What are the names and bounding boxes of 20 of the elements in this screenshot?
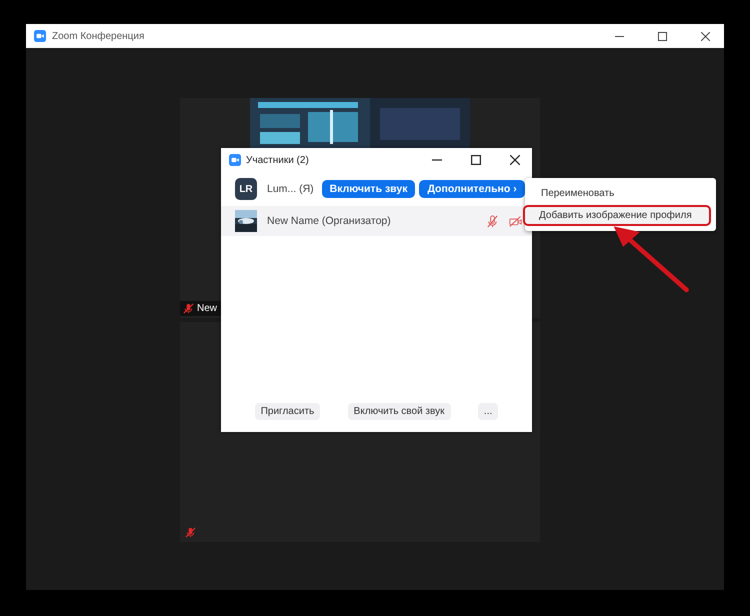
name-tag: New bbox=[180, 301, 224, 316]
footer-button[interactable]: Включить свой звук bbox=[348, 403, 450, 420]
participant-button[interactable]: Дополнительно › bbox=[419, 180, 525, 198]
menu-item[interactable]: Переименовать bbox=[525, 183, 716, 204]
participant-name: New Name (Организатор) bbox=[267, 215, 391, 227]
maximize-icon[interactable] bbox=[658, 32, 667, 40]
participant-button[interactable]: Включить звук bbox=[322, 180, 416, 198]
video-camera-icon bbox=[34, 30, 46, 42]
avatar: LR bbox=[235, 178, 257, 200]
dialog-title: Участники (2) bbox=[246, 154, 309, 166]
close-icon[interactable] bbox=[510, 155, 520, 165]
participant-name: Lum... (Я) bbox=[267, 183, 314, 195]
menu-item[interactable]: Добавить изображение профиля bbox=[523, 205, 711, 226]
close-icon[interactable] bbox=[701, 32, 710, 40]
footer-button[interactable]: ... bbox=[478, 403, 498, 420]
footer-button[interactable]: Пригласить bbox=[254, 403, 320, 420]
maximize-icon[interactable] bbox=[471, 155, 481, 165]
window-title: Zoom Конференция bbox=[52, 30, 144, 42]
participant-row[interactable]: New Name (Организатор) bbox=[221, 206, 532, 236]
video-camera-icon bbox=[229, 154, 241, 166]
